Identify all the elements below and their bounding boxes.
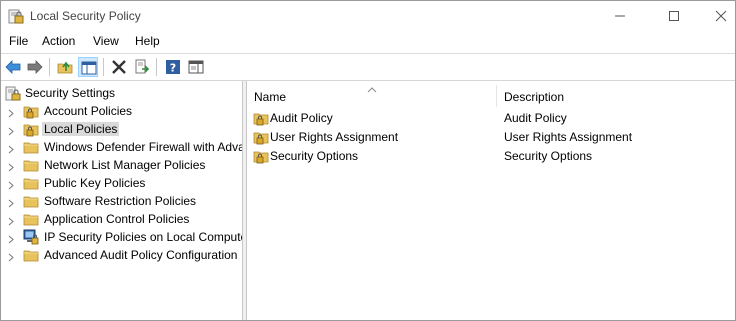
tree-item-label: Account Policies: [44, 104, 133, 118]
tree-item-software-restriction-policies[interactable]: Software Restriction Policies: [1, 192, 242, 210]
locked-folder-icon: [23, 121, 39, 137]
tree-item-local-policies[interactable]: Local Policies: [1, 120, 242, 138]
minimize-icon: [615, 15, 625, 17]
show-hide-action-pane-button[interactable]: [186, 57, 206, 77]
toolbar-separator: [103, 58, 104, 76]
folder-icon: [23, 175, 39, 191]
column-header-description[interactable]: Description: [497, 81, 735, 109]
console-tree[interactable]: Security Settings Account Policies Local …: [1, 81, 243, 320]
list-item-name: User Rights Assignment: [270, 130, 399, 144]
folder-icon: [23, 139, 39, 155]
column-header-name[interactable]: Name: [247, 81, 496, 109]
tree-item-label: Local Policies: [42, 122, 120, 136]
list-item-audit-policy[interactable]: Audit Policy Audit Policy: [247, 109, 735, 128]
tree-root-label: Security Settings: [25, 86, 116, 100]
properties-pane-icon: [188, 60, 204, 74]
svg-text:?: ?: [170, 62, 176, 75]
show-hide-console-tree-button[interactable]: [78, 57, 98, 77]
delete-button[interactable]: [109, 57, 129, 77]
forward-arrow-icon: [27, 60, 43, 74]
column-header-name-label: Name: [254, 90, 287, 104]
tree-item-label: IP Security Policies on Local Compute: [44, 230, 243, 244]
menu-view[interactable]: View: [93, 34, 119, 48]
export-list-icon: [135, 59, 150, 74]
security-settings-icon: [5, 85, 21, 101]
forward-button[interactable]: [25, 57, 45, 77]
tree-item-account-policies[interactable]: Account Policies: [1, 102, 242, 120]
help-icon: ?: [166, 60, 180, 75]
back-button[interactable]: [3, 57, 23, 77]
ip-security-icon: [23, 229, 39, 245]
menu-bar: File Action View Help: [1, 30, 735, 52]
chevron-right-icon[interactable]: [8, 197, 14, 208]
local-security-policy-window: Local Security Policy File Action View H…: [0, 0, 736, 321]
chevron-right-icon[interactable]: [8, 179, 14, 190]
locked-folder-icon: [253, 148, 269, 164]
tree-item-label: Advanced Audit Policy Configuration: [44, 248, 238, 262]
window-title: Local Security Policy: [30, 9, 141, 23]
toolbar-separator: [49, 58, 50, 76]
close-button[interactable]: [698, 1, 735, 30]
title-bar[interactable]: Local Security Policy: [1, 1, 735, 30]
locked-folder-icon: [23, 103, 39, 119]
tree-item-label: Application Control Policies: [44, 212, 190, 226]
list-item-description: User Rights Assignment: [504, 130, 633, 144]
up-one-level-button[interactable]: [55, 57, 75, 77]
tree-item-label: Software Restriction Policies: [44, 194, 197, 208]
maximize-button[interactable]: [651, 1, 697, 30]
locked-folder-icon: [253, 129, 269, 145]
security-policy-icon: [8, 7, 24, 24]
chevron-right-icon[interactable]: [8, 143, 14, 154]
list-item-name: Security Options: [270, 149, 359, 163]
tree-item-ip-security-policies-on-local-compute[interactable]: IP Security Policies on Local Compute: [1, 228, 242, 246]
tree-item-advanced-audit-policy-configuration[interactable]: Advanced Audit Policy Configuration: [1, 246, 242, 264]
tree-item-label: Public Key Policies: [44, 176, 146, 190]
list-item-user-rights-assignment[interactable]: User Rights Assignment User Rights Assign…: [247, 128, 735, 147]
menu-action[interactable]: Action: [42, 34, 75, 48]
tree-item-label: Windows Defender Firewall with Adva: [44, 140, 243, 154]
locked-folder-icon: [253, 110, 269, 126]
maximize-icon: [669, 11, 679, 21]
show-hide-tree-icon: [81, 61, 97, 75]
folder-icon: [23, 247, 39, 263]
column-header-description-label: Description: [504, 90, 565, 104]
tree-item-label: Network List Manager Policies: [44, 158, 206, 172]
sort-ascending-icon: [367, 82, 377, 96]
delete-icon: [112, 60, 126, 74]
menu-help[interactable]: Help: [135, 34, 160, 48]
back-arrow-icon: [5, 60, 21, 74]
chevron-right-icon[interactable]: [8, 233, 14, 244]
chevron-right-icon[interactable]: [8, 251, 14, 262]
chevron-right-icon[interactable]: [8, 215, 14, 226]
folder-icon: [23, 157, 39, 173]
list-item-description: Audit Policy: [504, 111, 567, 125]
tree-item-network-list-manager-policies[interactable]: Network List Manager Policies: [1, 156, 242, 174]
chevron-right-icon[interactable]: [8, 125, 14, 136]
toolbar-separator: [156, 58, 157, 76]
chevron-right-icon[interactable]: [8, 161, 14, 172]
chevron-right-icon[interactable]: [8, 107, 14, 118]
toolbar: ?: [1, 53, 735, 81]
close-icon: [715, 10, 727, 22]
minimize-button[interactable]: [597, 1, 643, 30]
help-button[interactable]: ?: [163, 57, 183, 77]
list-item-description: Security Options: [504, 149, 593, 163]
folder-icon: [23, 193, 39, 209]
tree-root-security-settings[interactable]: Security Settings: [1, 84, 242, 102]
tree-item-windows-defender-firewall-with-adva[interactable]: Windows Defender Firewall with Adva: [1, 138, 242, 156]
list-item-security-options[interactable]: Security Options Security Options: [247, 147, 735, 166]
export-list-button[interactable]: [132, 57, 152, 77]
folder-icon: [23, 211, 39, 227]
up-folder-icon: [57, 61, 73, 74]
menu-file[interactable]: File: [9, 34, 28, 48]
tree-item-application-control-policies[interactable]: Application Control Policies: [1, 210, 242, 228]
list-item-name: Audit Policy: [270, 111, 333, 125]
tree-item-public-key-policies[interactable]: Public Key Policies: [1, 174, 242, 192]
details-list[interactable]: Name Description Audit Policy Audit Polic…: [247, 81, 735, 320]
